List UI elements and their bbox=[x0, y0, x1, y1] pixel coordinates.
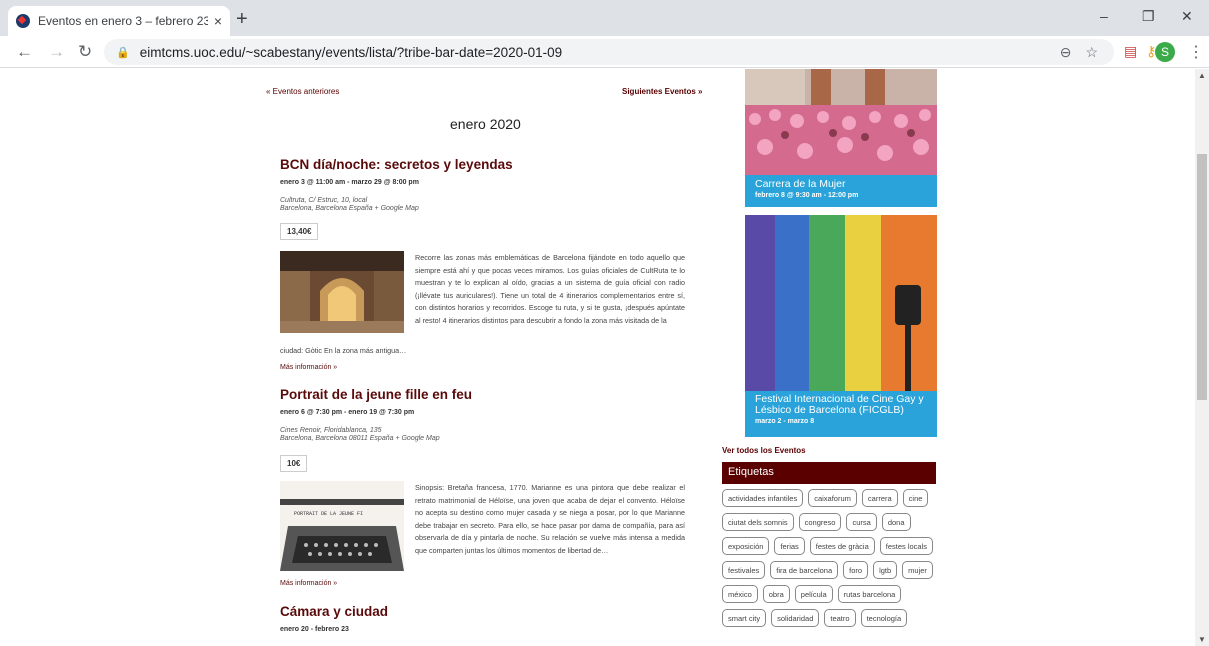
omnibox[interactable]: 🔒 eimtcms.uoc.edu/~scabestany/events/lis… bbox=[104, 39, 1114, 65]
tag-link[interactable]: mujer bbox=[902, 561, 933, 579]
event-description: Sinopsis: Bretaña francesa, 1770. Marian… bbox=[415, 483, 685, 555]
tag-cloud: actividades infantiles caixaforum carrera c… bbox=[722, 489, 937, 627]
see-all-events-link[interactable]: Ver todos los Eventos bbox=[722, 446, 806, 455]
tag-link[interactable]: ciutat dels somnis bbox=[722, 513, 794, 531]
featured-event-card[interactable]: Festival Internacional de Cine Gay y Lés… bbox=[745, 215, 937, 437]
page-scrollbar[interactable]: ▲ ▼ bbox=[1195, 69, 1209, 646]
month-heading: enero 2020 bbox=[450, 116, 521, 132]
tag-link[interactable]: festivales bbox=[722, 561, 766, 579]
event-date: enero 20 - febrero 23 bbox=[280, 626, 349, 633]
venue-address: Cultruta, C/ Estruc, 10, local bbox=[280, 197, 368, 204]
card-caption: Carrera de la Mujer febrero 8 @ 9:30 am … bbox=[755, 179, 859, 200]
tag-link[interactable]: smart city bbox=[722, 609, 767, 627]
more-info-link[interactable]: Más información » bbox=[280, 580, 337, 587]
tag-link[interactable]: teatro bbox=[824, 609, 856, 627]
event-title-link[interactable]: Cámara y ciudad bbox=[280, 604, 388, 619]
tag-link[interactable]: ferias bbox=[774, 537, 805, 555]
zoom-icon[interactable]: ⊖ bbox=[1060, 44, 1072, 61]
scroll-up-icon[interactable]: ▲ bbox=[1198, 71, 1206, 80]
close-window-button[interactable]: ✕ bbox=[1181, 8, 1193, 25]
tag-link[interactable]: foro bbox=[843, 561, 869, 579]
event-date: enero 3 @ 11:00 am - marzo 29 @ 8:00 pm bbox=[280, 179, 419, 186]
tag-link[interactable]: cine bbox=[902, 489, 929, 507]
url-text[interactable]: eimtcms.uoc.edu/~scabestany/events/lista… bbox=[140, 45, 563, 60]
tag-link[interactable]: festes locals bbox=[879, 537, 934, 555]
menu-icon[interactable]: ⋮ bbox=[1188, 42, 1204, 62]
tag-link[interactable]: solidaridad bbox=[771, 609, 820, 627]
tab-title: Eventos en enero 3 – febrero 23 · bbox=[38, 14, 208, 28]
tag-link[interactable]: rutas barcelona bbox=[837, 585, 902, 603]
tag-link[interactable]: caixaforum bbox=[808, 489, 857, 507]
page-viewport: « Eventos anteriores Siguientes Eventos … bbox=[0, 69, 1195, 646]
event-photo bbox=[745, 69, 937, 175]
tag-link[interactable]: actividades infantiles bbox=[722, 489, 804, 507]
venue-city[interactable]: Barcelona, Barcelona 08011 España + Goog… bbox=[280, 435, 440, 443]
tab-strip: Eventos en enero 3 – febrero 23 · × + – … bbox=[0, 0, 1209, 36]
event-photo bbox=[745, 215, 937, 391]
reload-icon[interactable]: ↻ bbox=[78, 42, 92, 62]
tab-close-icon[interactable]: × bbox=[214, 13, 222, 29]
tag-link[interactable]: dona bbox=[881, 513, 911, 531]
minimize-button[interactable]: – bbox=[1100, 8, 1108, 24]
card-title[interactable]: Festival Internacional de Cine Gay y Lés… bbox=[755, 394, 935, 416]
star-icon[interactable]: ☆ bbox=[1085, 44, 1098, 61]
back-icon[interactable]: ← bbox=[16, 42, 33, 62]
scrollbar-thumb[interactable] bbox=[1197, 154, 1207, 400]
tag-link[interactable]: festes de gràcia bbox=[809, 537, 875, 555]
lock-icon: 🔒 bbox=[116, 46, 130, 59]
event-venue: Cines Renoir, Floridablanca, 135 Barcelo… bbox=[280, 427, 440, 443]
tag-link[interactable]: fira de barcelona bbox=[770, 561, 839, 579]
event-price: 13,40€ bbox=[280, 223, 319, 240]
next-events-link[interactable]: Siguientes Eventos » bbox=[622, 87, 702, 96]
new-tab-button[interactable]: + bbox=[236, 8, 248, 31]
event-image[interactable]: PORTRAIT DE LA JEUNE FI bbox=[280, 481, 404, 571]
tag-link[interactable]: cursa bbox=[846, 513, 877, 531]
scroll-down-icon[interactable]: ▼ bbox=[1198, 635, 1206, 644]
tag-link[interactable]: película bbox=[794, 585, 833, 603]
event-date: enero 6 @ 7:30 pm - enero 19 @ 7:30 pm bbox=[280, 409, 415, 416]
tag-link[interactable]: méxico bbox=[722, 585, 758, 603]
tag-link[interactable]: obra bbox=[762, 585, 790, 603]
tags-heading: Etiquetas bbox=[722, 462, 936, 484]
event-description: Recorre las zonas más emblemáticas de Ba… bbox=[415, 253, 685, 325]
address-bar-row: ← → ↻ 🔒 eimtcms.uoc.edu/~scabestany/even… bbox=[0, 36, 1209, 68]
event-title-link[interactable]: BCN día/noche: secretos y leyendas bbox=[280, 157, 513, 172]
featured-event-card[interactable]: Carrera de la Mujer febrero 8 @ 9:30 am … bbox=[745, 69, 937, 207]
venue-city[interactable]: Barcelona, Barcelona España + Google Map bbox=[280, 205, 419, 213]
avatar[interactable]: S bbox=[1155, 42, 1175, 62]
tag-link[interactable]: lgtb bbox=[873, 561, 898, 579]
card-title[interactable]: Carrera de la Mujer bbox=[755, 179, 858, 190]
card-date: febrero 8 @ 9:30 am - 12:00 pm bbox=[755, 192, 859, 199]
tag-link[interactable]: carrera bbox=[861, 489, 898, 507]
site-favicon-icon bbox=[16, 14, 30, 28]
browser-tab[interactable]: Eventos en enero 3 – febrero 23 · × bbox=[8, 6, 230, 36]
event-price: 10€ bbox=[280, 455, 308, 472]
event-title-link[interactable]: Portrait de la jeune fille en feu bbox=[280, 387, 472, 402]
restore-button[interactable]: ❐ bbox=[1142, 8, 1155, 25]
card-caption: Festival Internacional de Cine Gay y Lés… bbox=[755, 394, 935, 426]
more-info-link[interactable]: Más información » bbox=[280, 364, 337, 371]
prev-events-link[interactable]: « Eventos anteriores bbox=[266, 87, 339, 96]
tag-link[interactable]: exposición bbox=[722, 537, 770, 555]
pdf-extension-icon[interactable]: ▤ bbox=[1124, 43, 1137, 60]
typewriter-paper-text: PORTRAIT DE LA JEUNE FI bbox=[294, 511, 363, 517]
event-image[interactable] bbox=[280, 251, 404, 333]
event-venue: Cultruta, C/ Estruc, 10, local Barcelona… bbox=[280, 197, 419, 213]
forward-icon[interactable]: → bbox=[48, 42, 65, 62]
tag-link[interactable]: congreso bbox=[798, 513, 842, 531]
tag-link[interactable]: tecnología bbox=[860, 609, 908, 627]
event-description-tail: ciudad: Gòtic En la zona más antigua… bbox=[280, 346, 407, 355]
card-date: marzo 2 - marzo 8 bbox=[755, 418, 815, 425]
venue-address: Cines Renoir, Floridablanca, 135 bbox=[280, 427, 382, 434]
